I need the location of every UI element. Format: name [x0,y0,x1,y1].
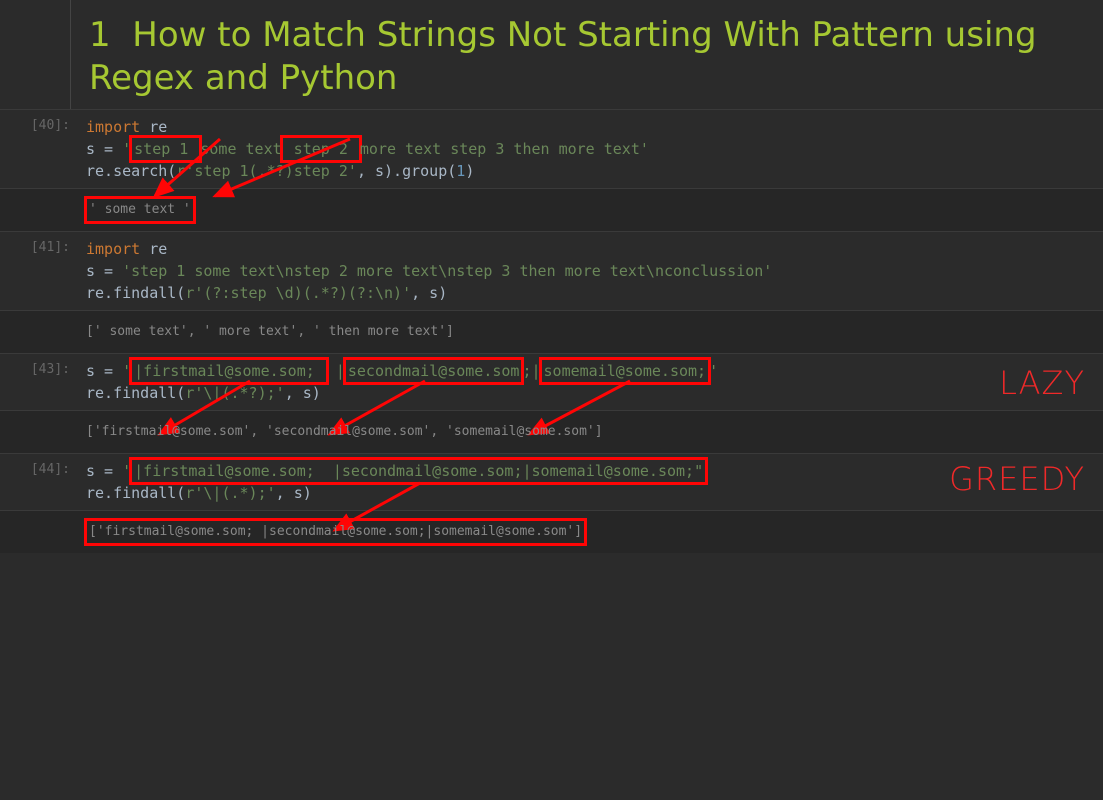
prompt-label: [40]: [0,110,80,188]
output-row: ' some text ' [0,188,1103,231]
highlight-box: |firstmail@some.som; [129,357,329,385]
prompt-label: [44]: [0,454,80,510]
output-row: ['firstmail@some.som', 'secondmail@some.… [0,410,1103,453]
output-text: ['firstmail@some.som; |secondmail@some.s… [80,511,1103,553]
greedy-label: GREEDY [949,468,1085,490]
highlight-box: secondmail@some.som [343,357,525,385]
code-line[interactable]: s = 'step 1 some text\nstep 2 more text\… [86,260,1089,282]
code-area[interactable]: import re s = 'step 1 some text step 2 m… [80,110,1103,188]
code-area[interactable]: s = '|firstmail@some.som; |secondmail@so… [80,454,1103,510]
section-number: 1 [89,15,111,55]
code-line[interactable]: re.findall(r'(?:step \d)(.*?)(?:\n)', s) [86,282,1089,304]
code-area[interactable]: s = '|firstmail@some.som; |secondmail@so… [80,354,1103,410]
page-title: 1 How to Match Strings Not Starting With… [71,0,1103,109]
highlight-box: |firstmail@some.som; |secondmail@some.so… [129,457,708,485]
output-gutter [0,511,80,553]
notebook-title: How to Match Strings Not Starting With P… [89,15,1037,98]
code-line[interactable]: s = '|firstmail@some.som; |secondmail@so… [86,460,1089,482]
output-text: ['firstmail@some.som', 'secondmail@some.… [80,411,1103,453]
output-text: [' some text', ' more text', ' then more… [80,311,1103,353]
code-line[interactable]: s = 'step 1 some text step 2 more text s… [86,138,1089,160]
code-cell[interactable]: [43]: s = '|firstmail@some.som; |secondm… [0,353,1103,410]
code-cell[interactable]: [40]: import re s = 'step 1 some text st… [0,109,1103,188]
output-text: ' some text ' [80,189,1103,231]
highlight-box: step 2 [280,135,362,163]
code-line[interactable]: s = '|firstmail@some.som; |secondmail@so… [86,360,1089,382]
prompt-label: [43]: [0,354,80,410]
output-gutter [0,189,80,231]
lazy-label: LAZY [999,372,1085,394]
code-line[interactable]: import re [86,116,1089,138]
output-row: ['firstmail@some.som; |secondmail@some.s… [0,510,1103,553]
header-row: 1 How to Match Strings Not Starting With… [0,0,1103,109]
output-gutter [0,411,80,453]
code-line[interactable]: re.search(r'step 1(.*?)step 2', s).group… [86,160,1089,182]
code-line[interactable]: re.findall(r'\|(.*?);', s) [86,382,1089,404]
highlight-box: ' some text ' [84,196,196,224]
code-cell[interactable]: [41]: import re s = 'step 1 some text\ns… [0,231,1103,310]
code-cell[interactable]: [44]: s = '|firstmail@some.som; |secondm… [0,453,1103,510]
code-line[interactable]: re.findall(r'\|(.*);', s) [86,482,1089,504]
highlight-box: ['firstmail@some.som; |secondmail@some.s… [84,518,587,546]
highlight-box: somemail@some.som; [539,357,712,385]
prompt-label: [41]: [0,232,80,310]
highlight-box: step 1 [129,135,202,163]
header-gutter [0,0,71,109]
output-row: [' some text', ' more text', ' then more… [0,310,1103,353]
code-line[interactable]: import re [86,238,1089,260]
output-gutter [0,311,80,353]
code-area[interactable]: import re s = 'step 1 some text\nstep 2 … [80,232,1103,310]
